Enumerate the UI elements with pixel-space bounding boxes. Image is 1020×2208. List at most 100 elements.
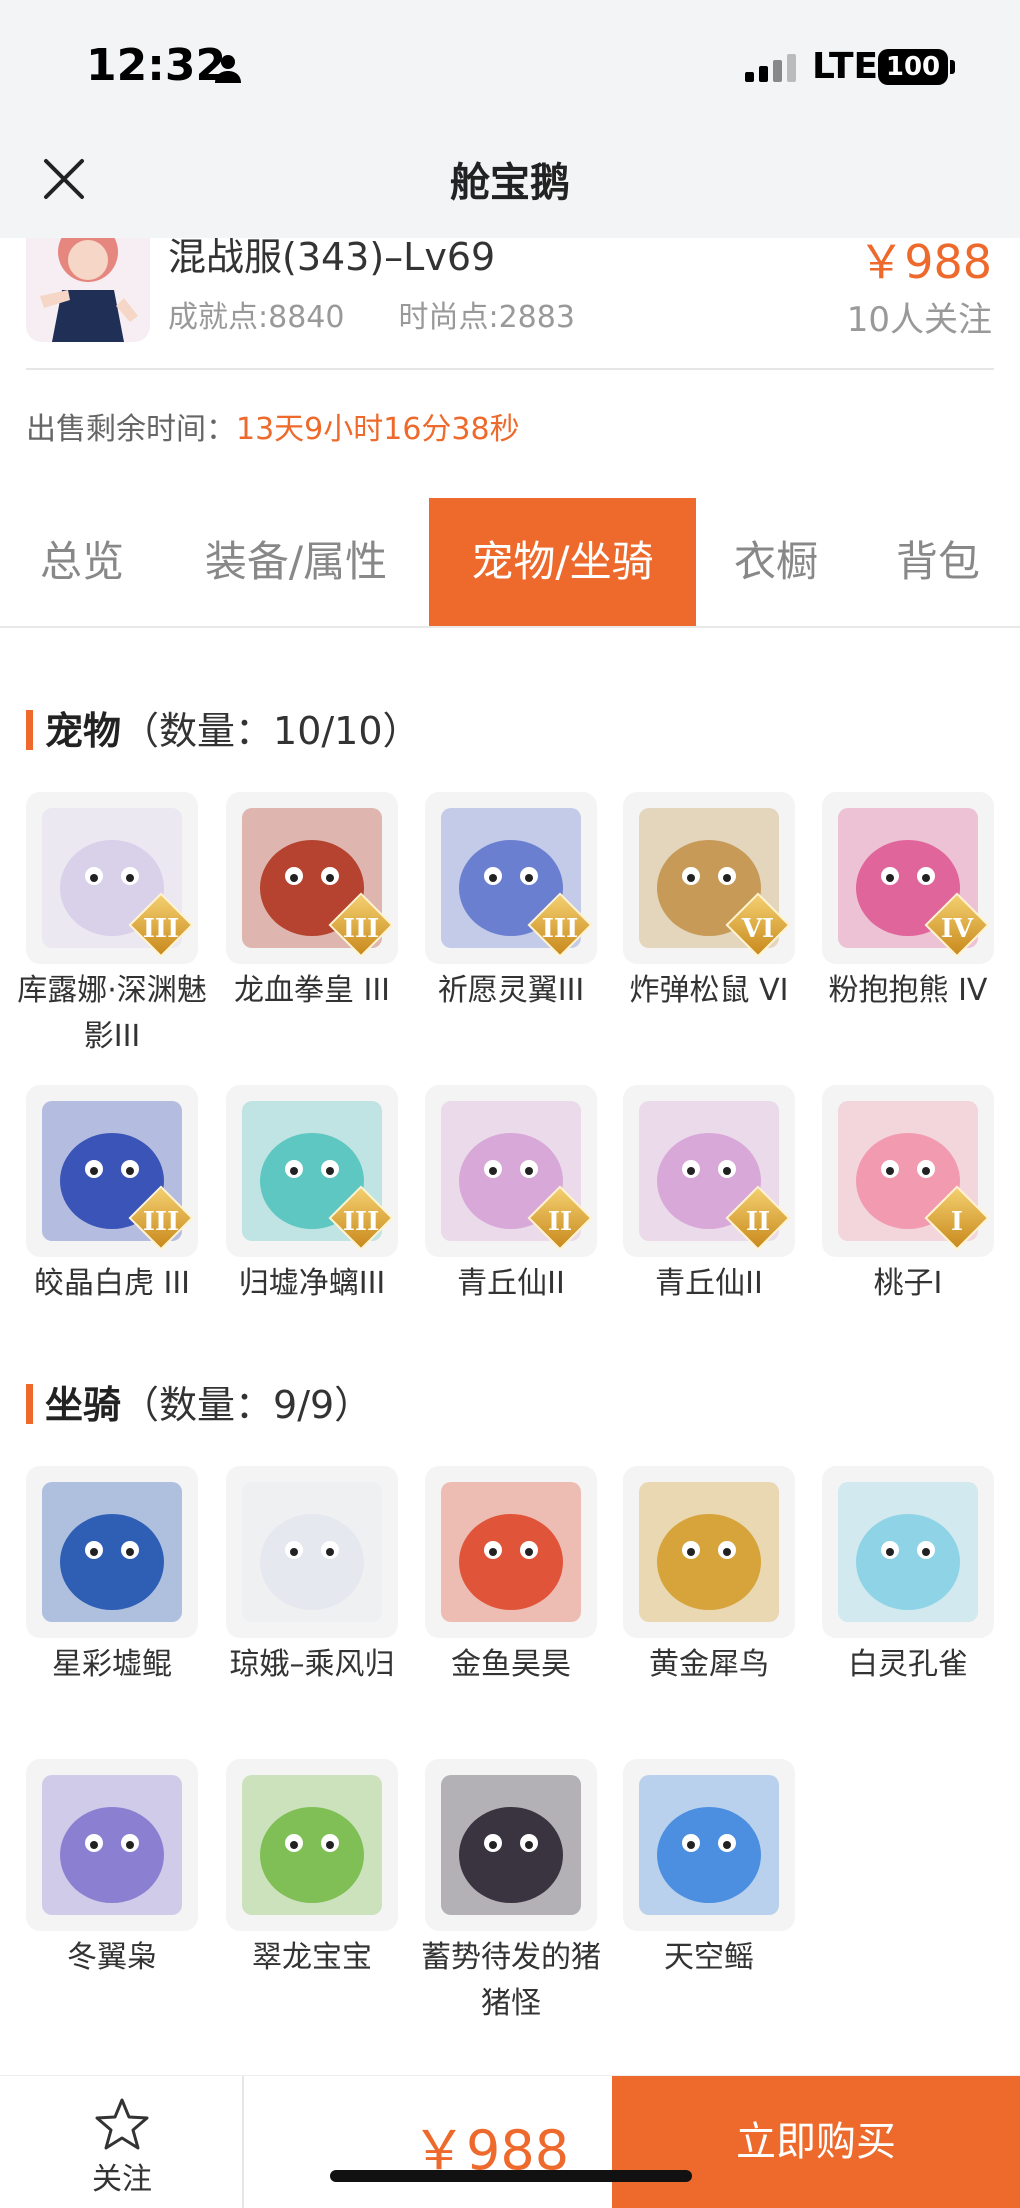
mount-thumbnail <box>425 1759 597 1931</box>
pets-section-header: 宠物（数量：10/10） <box>26 700 421 755</box>
follow-label: 关注 <box>92 2162 152 2197</box>
sale-remaining-time: 出售剩余时间：13天9小时16分38秒 <box>26 404 520 448</box>
mount-name: 白灵孔雀 <box>848 1647 968 1682</box>
follow-button[interactable]: 关注 <box>0 2076 244 2208</box>
pet-name: 粉抱抱熊 IV <box>828 973 988 1008</box>
pet-name: 青丘仙II <box>457 1266 565 1301</box>
mount-item[interactable]: 黄金犀鸟 <box>623 1466 795 1688</box>
star-icon <box>95 2098 149 2150</box>
tab-overview[interactable]: 总览 <box>0 498 164 626</box>
tab-wardrobe[interactable]: 衣橱 <box>696 498 856 626</box>
mount-item[interactable]: 星彩墟鲲 <box>26 1466 198 1688</box>
pet-name: 炸弹松鼠 VI <box>629 973 789 1008</box>
pet-name: 祈愿灵翼III <box>437 973 585 1008</box>
mount-thumbnail <box>226 1759 398 1931</box>
mount-thumbnail <box>226 1466 398 1638</box>
mount-item[interactable]: 白灵孔雀 <box>822 1466 994 1688</box>
rank-badge-text: III <box>342 914 380 944</box>
pet-thumbnail: III <box>226 792 398 964</box>
mount-name: 翠龙宝宝 <box>252 1940 372 1975</box>
mount-thumbnail <box>623 1466 795 1638</box>
battery-tip <box>950 60 955 74</box>
person-icon <box>215 55 241 83</box>
nav-bar: 舱宝鹅 <box>0 120 1020 238</box>
rank-badge-text: I <box>950 1207 964 1237</box>
network-type: LTE <box>812 46 879 87</box>
mount-thumbnail <box>26 1759 198 1931</box>
bottom-action-bar: 关注 ￥988 立即购买 <box>0 2075 1020 2208</box>
pet-name: 龙血拳皇 III <box>233 973 391 1008</box>
pet-name: 皎晶白虎 III <box>33 1266 191 1301</box>
mount-name: 冬翼枭 <box>67 1940 157 1975</box>
pet-thumbnail: I <box>822 1085 994 1257</box>
pet-name: 桃子I <box>873 1266 943 1301</box>
section-title: 宠物 <box>45 709 122 753</box>
page-title: 舱宝鹅 <box>450 160 570 206</box>
pet-item[interactable]: III 归墟净螭III <box>226 1085 398 1307</box>
rank-badge-text: III <box>142 1207 180 1237</box>
battery-icon: 100 <box>878 49 948 85</box>
follower-count: 10人关注 <box>846 300 992 340</box>
mount-thumbnail <box>623 1759 795 1931</box>
status-bar: 12:32 LTE 100 <box>0 0 1020 120</box>
mount-name: 黄金犀鸟 <box>649 1647 769 1682</box>
mount-name: 蓄势待发的猪猪怪 <box>421 1940 601 2021</box>
mount-thumbnail <box>26 1466 198 1638</box>
pet-item[interactable]: I 桃子I <box>822 1085 994 1307</box>
divider <box>26 368 994 370</box>
pet-name: 归墟净螭III <box>238 1266 386 1301</box>
rank-badge-text: III <box>142 914 180 944</box>
pet-item[interactable]: III 龙血拳皇 III <box>226 792 398 1014</box>
mount-item[interactable]: 蓄势待发的猪猪怪 <box>421 1759 601 2027</box>
rank-badge-text: II <box>547 1207 573 1237</box>
rank-badge-text: VI <box>741 914 775 944</box>
pet-thumbnail: III <box>26 1085 198 1257</box>
pet-item[interactable]: III 库露娜·深渊魅影III <box>17 792 207 1060</box>
mount-item[interactable]: 翠龙宝宝 <box>226 1759 398 1981</box>
rank-badge-text: II <box>745 1207 771 1237</box>
mount-thumbnail <box>425 1466 597 1638</box>
pet-thumbnail: IV <box>822 792 994 964</box>
mount-item[interactable]: 天空鳐 <box>623 1759 795 1981</box>
tab-equipment[interactable]: 装备/属性 <box>164 498 428 626</box>
pet-name: 青丘仙II <box>655 1266 763 1301</box>
mount-name: 天空鳐 <box>664 1940 754 1975</box>
rank-badge-text: III <box>342 1207 380 1237</box>
pet-item[interactable]: VI 炸弹松鼠 VI <box>623 792 795 1014</box>
countdown: 13天9小时16分38秒 <box>236 412 520 447</box>
pet-item[interactable]: III 皎晶白虎 III <box>26 1085 198 1307</box>
product-stats: 成就点:8840 时尚点:2883 <box>168 292 629 336</box>
pet-item[interactable]: III 祈愿灵翼III <box>425 792 597 1014</box>
character-avatar <box>26 238 150 342</box>
mount-item[interactable]: 冬翼枭 <box>26 1759 198 1981</box>
pet-thumbnail: VI <box>623 792 795 964</box>
section-count: （数量：10/10） <box>121 709 421 753</box>
pet-item[interactable]: II 青丘仙II <box>623 1085 795 1307</box>
home-indicator <box>330 2170 692 2182</box>
pet-item[interactable]: IV 粉抱抱熊 IV <box>822 792 994 1014</box>
mount-item[interactable]: 琼娥–乘风归 <box>226 1466 398 1688</box>
buy-now-button[interactable]: 立即购买 <box>612 2076 1020 2208</box>
status-time: 12:32 <box>86 40 227 91</box>
section-count: （数量：9/9） <box>121 1383 373 1427</box>
section-title: 坐骑 <box>45 1383 122 1427</box>
mount-item[interactable]: 金鱼昊昊 <box>425 1466 597 1688</box>
product-name: 混战服(343)–Lv69 <box>168 235 496 279</box>
signal-icon <box>745 54 796 82</box>
pet-thumbnail: III <box>425 792 597 964</box>
rank-badge-text: III <box>541 914 579 944</box>
pet-item[interactable]: II 青丘仙II <box>425 1085 597 1307</box>
sale-time-label: 出售剩余时间： <box>26 412 236 447</box>
tab-pets-mounts[interactable]: 宠物/坐骑 <box>429 498 696 626</box>
rank-badge-text: IV <box>940 914 974 944</box>
mount-name: 琼娥–乘风归 <box>229 1647 395 1682</box>
product-price: ￥988 <box>858 235 992 289</box>
mount-name: 星彩墟鲲 <box>52 1647 172 1682</box>
fashion-points: 时尚点:2883 <box>398 300 575 335</box>
mounts-section-header: 坐骑（数量：9/9） <box>26 1374 372 1429</box>
pet-thumbnail: III <box>226 1085 398 1257</box>
achievement-points: 成就点:8840 <box>168 300 345 335</box>
mount-thumbnail <box>822 1466 994 1638</box>
tab-backpack[interactable]: 背包 <box>856 498 1020 626</box>
section-marker <box>26 1384 33 1424</box>
